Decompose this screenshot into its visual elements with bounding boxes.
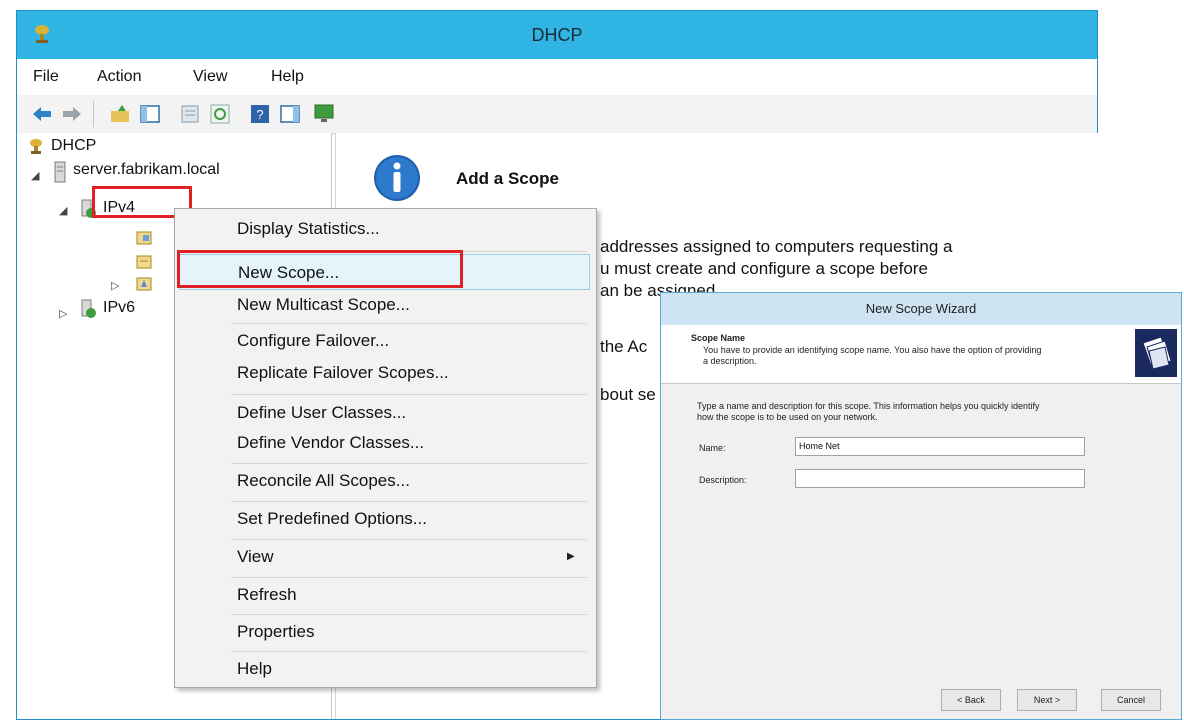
window-title: DHCP <box>531 25 583 45</box>
cancel-button[interactable]: Cancel <box>1101 689 1161 711</box>
toolbar: ? <box>17 95 1097 134</box>
show-action-pane-icon[interactable] <box>279 103 301 125</box>
new-scope-wizard-dialog: New Scope Wizard Scope Name You have to … <box>660 292 1182 720</box>
name-label: Name: <box>699 443 726 453</box>
wizard-title[interactable]: New Scope Wizard <box>661 293 1181 326</box>
menu-item-label: Define Vendor Classes... <box>237 433 425 452</box>
wizard-header-text: a description. <box>703 356 757 366</box>
menu-file[interactable]: File <box>33 59 59 95</box>
wizard-header-text: You have to provide an identifying scope… <box>703 345 1042 355</box>
back-button[interactable]: < Back <box>941 689 1001 711</box>
menu-item-reconcile-all-scopes[interactable]: Reconcile All Scopes... <box>175 463 596 499</box>
menu-bar: File Action View Help <box>17 59 1097 96</box>
menu-item-label: Configure Failover... <box>237 331 390 350</box>
show-hide-console-tree-icon[interactable] <box>139 103 161 125</box>
menu-item-label: Reconcile All Scopes... <box>237 471 410 490</box>
address-pool-icon <box>136 231 152 245</box>
info-icon <box>374 155 420 201</box>
dhcp-root-icon <box>30 139 42 154</box>
collapse-arrow-icon[interactable]: ◢ <box>59 204 67 217</box>
menu-item-label: View <box>237 547 274 566</box>
wizard-body-text: Type a name and description for this sco… <box>697 401 1040 411</box>
collapse-arrow-icon[interactable]: ◢ <box>31 169 39 182</box>
details-line: addresses assigned to computers requesti… <box>600 237 953 256</box>
menu-item-new-multicast-scope[interactable]: New Multicast Scope... <box>175 287 596 323</box>
wizard-header: Scope Name You have to provide an identi… <box>661 325 1181 384</box>
menu-item-label: New Multicast Scope... <box>237 295 410 314</box>
menu-item-label: Refresh <box>237 585 297 604</box>
properties-icon[interactable] <box>179 103 201 125</box>
expand-arrow-icon[interactable]: ▷ <box>111 279 119 292</box>
menu-action[interactable]: Action <box>97 59 141 95</box>
tree-item-server[interactable]: server.fabrikam.local <box>73 161 220 179</box>
policies-icon <box>136 277 152 291</box>
details-heading: Add a Scope <box>456 169 559 188</box>
up-folder-icon[interactable] <box>109 103 131 125</box>
title-bar[interactable]: DHCP <box>17 11 1097 59</box>
menu-item-label: Set Predefined Options... <box>237 509 427 528</box>
menu-item-label: Properties <box>237 622 315 641</box>
help-icon[interactable]: ? <box>249 103 271 125</box>
menu-item-refresh[interactable]: Refresh <box>175 577 596 613</box>
menu-item-display-statistics[interactable]: Display Statistics... <box>175 211 596 247</box>
menu-item-set-predefined-options[interactable]: Set Predefined Options... <box>175 501 596 537</box>
details-line: bout se <box>600 385 656 404</box>
scope-name-input[interactable]: Home Net <box>795 437 1085 456</box>
scope-description-input[interactable] <box>795 469 1085 488</box>
details-line: the Ac <box>600 337 648 356</box>
menu-item-label: Replicate Failover Scopes... <box>237 363 449 382</box>
menu-item-label: Help <box>237 659 272 678</box>
server-options-icon <box>136 255 152 269</box>
menu-item-define-vendor-classes[interactable]: Define Vendor Classes... <box>175 425 596 461</box>
refresh-icon[interactable] <box>209 103 231 125</box>
wizard-folder-icon <box>1135 329 1177 377</box>
server-icon <box>54 161 66 183</box>
submenu-arrow-icon: ▶ <box>567 551 575 562</box>
new-scope-highlight-box <box>177 250 463 288</box>
menu-item-view[interactable]: View ▶ <box>175 539 596 575</box>
tree-item-dhcp[interactable]: DHCP <box>51 137 96 155</box>
toolbar-separator <box>93 101 94 127</box>
menu-item-label: Display Statistics... <box>237 219 380 238</box>
wizard-body-text: how the scope is to be used on your netw… <box>697 412 878 422</box>
next-button[interactable]: Next > <box>1017 689 1077 711</box>
back-arrow-icon[interactable] <box>31 103 53 125</box>
menu-help[interactable]: Help <box>271 59 304 95</box>
forward-arrow-icon[interactable] <box>61 103 83 125</box>
tree-item-ipv6[interactable]: IPv6 <box>103 299 135 317</box>
menu-view[interactable]: View <box>193 59 227 95</box>
description-label: Description: <box>699 475 747 485</box>
svg-text:?: ? <box>256 107 263 122</box>
menu-item-configure-failover[interactable]: Configure Failover... <box>175 323 596 359</box>
details-line: u must create and configure a scope befo… <box>600 259 928 278</box>
monitor-icon[interactable] <box>313 103 335 125</box>
wizard-page-title: Scope Name <box>691 333 746 343</box>
ipv6-icon <box>81 299 96 318</box>
menu-item-replicate-failover-scopes[interactable]: Replicate Failover Scopes... <box>175 355 596 391</box>
menu-item-help[interactable]: Help <box>175 651 596 687</box>
menu-item-properties[interactable]: Properties <box>175 614 596 650</box>
expand-arrow-icon[interactable]: ▷ <box>59 307 67 320</box>
